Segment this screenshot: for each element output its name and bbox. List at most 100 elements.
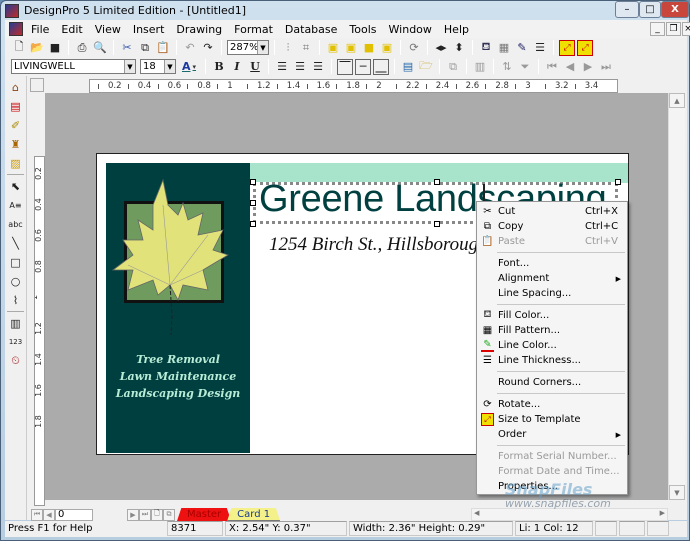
bring-forward-icon[interactable]: ▣: [325, 40, 341, 56]
new-card-button[interactable]: 🗋: [151, 508, 163, 521]
align-right-icon[interactable]: ☰: [310, 59, 326, 75]
fill-color-icon[interactable]: ⛾: [478, 40, 494, 56]
resize-handle[interactable]: [434, 221, 440, 227]
bold-button[interactable]: B: [211, 59, 227, 75]
context-menu-item[interactable]: ⧉ Copy Ctrl+C: [477, 219, 627, 234]
flip-vertical-icon[interactable]: ⬍: [451, 40, 467, 56]
vertical-scrollbar[interactable]: ▲ ▼: [668, 93, 685, 500]
scroll-down-button[interactable]: ▼: [669, 485, 685, 500]
service-line-3[interactable]: Landscaping Design: [106, 387, 250, 400]
layout-icon[interactable]: ▤: [8, 98, 24, 114]
last-record-icon[interactable]: ⏭: [598, 59, 614, 75]
crop-icon[interactable]: ⌗: [298, 40, 314, 56]
resize-handle[interactable]: [250, 200, 256, 206]
menu-insert[interactable]: Insert: [127, 23, 171, 36]
mdi-minimize-button[interactable]: _: [650, 22, 665, 36]
chevron-down-icon[interactable]: ▼: [257, 41, 268, 54]
service-line-1[interactable]: Tree Removal: [106, 353, 250, 366]
maple-leaf-image[interactable]: [108, 175, 238, 345]
image-icon[interactable]: ▨: [8, 155, 24, 171]
table-icon[interactable]: ▥: [472, 59, 488, 75]
valign-top-icon[interactable]: ⎺: [337, 58, 353, 75]
align-objects-icon[interactable]: ⫶: [280, 40, 296, 56]
tab-card-1[interactable]: Card 1: [227, 508, 281, 521]
menu-drawing[interactable]: Drawing: [170, 23, 228, 36]
address-text[interactable]: 1254 Birch St., Hillsborough: [269, 234, 488, 256]
bring-to-front-icon[interactable]: ■: [361, 40, 377, 56]
mdi-restore-button[interactable]: ❐: [666, 22, 681, 36]
context-menu-item[interactable]: ☰ Line Thickness...: [477, 353, 627, 368]
resize-handle[interactable]: [250, 179, 256, 185]
curved-text-icon[interactable]: abc: [8, 216, 24, 232]
cut-icon[interactable]: ✂: [119, 40, 135, 56]
ruler-corner[interactable]: [30, 78, 44, 92]
text-box-icon[interactable]: A≡: [8, 197, 24, 213]
context-menu-item[interactable]: ⟳ Rotate...: [477, 397, 627, 412]
duplicate-card-button[interactable]: ⧉: [163, 508, 175, 521]
menu-window[interactable]: Window: [383, 23, 438, 36]
pointer-icon[interactable]: ⬉: [8, 178, 24, 194]
first-record-button[interactable]: ⏮: [31, 508, 43, 521]
house-icon[interactable]: ⌂: [8, 79, 24, 95]
font-color-button[interactable]: A ▾: [178, 59, 200, 75]
font-name-combo[interactable]: LIVINGWELL ▼: [11, 59, 136, 74]
service-line-2[interactable]: Lawn Maintenance: [106, 370, 250, 383]
redo-icon[interactable]: ↷: [200, 40, 216, 56]
document-icon[interactable]: [9, 22, 23, 36]
tab-master[interactable]: Master: [177, 508, 232, 521]
menu-tools[interactable]: Tools: [343, 23, 382, 36]
context-menu-item[interactable]: Font...: [477, 256, 627, 271]
resize-handle[interactable]: [615, 179, 621, 185]
send-backward-icon[interactable]: ▣: [343, 40, 359, 56]
context-menu-item[interactable]: Round Corners...: [477, 375, 627, 390]
new-icon[interactable]: 🗋: [11, 40, 27, 56]
scroll-left-button[interactable]: ◀: [474, 509, 479, 517]
menu-file[interactable]: File: [25, 23, 55, 36]
menu-help[interactable]: Help: [438, 23, 475, 36]
flip-horizontal-icon[interactable]: ◂▸: [433, 40, 449, 56]
menu-format[interactable]: Format: [228, 23, 279, 36]
line-tool-icon[interactable]: ╲: [8, 235, 24, 251]
size-to-template-icon[interactable]: ⤢: [559, 39, 575, 56]
previous-record-button[interactable]: ◀: [43, 508, 55, 521]
barcode-icon[interactable]: ▥: [8, 315, 24, 331]
database-table-icon[interactable]: ▤: [400, 59, 416, 75]
next-record-button[interactable]: ▶: [127, 508, 139, 521]
menu-view[interactable]: View: [89, 23, 127, 36]
context-menu-item[interactable]: 📋 Paste Ctrl+V: [477, 234, 627, 249]
chevron-down-icon[interactable]: ▼: [124, 60, 135, 73]
next-record-icon[interactable]: ▶: [580, 59, 596, 75]
context-menu-item[interactable]: Format Date and Time...: [477, 464, 627, 479]
rectangle-tool-icon[interactable]: □: [8, 254, 24, 270]
align-left-icon[interactable]: ☰: [274, 59, 290, 75]
line-color-icon[interactable]: ✎: [514, 40, 530, 56]
save-icon[interactable]: ■: [47, 40, 63, 56]
scroll-up-button[interactable]: ▲: [669, 93, 685, 108]
card-left-panel[interactable]: Tree Removal Lawn Maintenance Landscapin…: [106, 163, 250, 453]
line-thickness-icon[interactable]: ☰: [532, 40, 548, 56]
maximize-button[interactable]: □: [639, 1, 661, 18]
paste-icon[interactable]: 📋: [155, 40, 171, 56]
chevron-down-icon[interactable]: ▼: [164, 60, 175, 73]
record-number-field[interactable]: 0: [55, 508, 93, 521]
open-icon[interactable]: 📂: [29, 40, 45, 56]
sort-icon[interactable]: ⇅: [499, 59, 515, 75]
context-menu-item[interactable]: Line Spacing...: [477, 286, 627, 301]
scroll-right-button[interactable]: ▶: [660, 509, 665, 517]
rotate-icon[interactable]: ⟳: [406, 40, 422, 56]
send-to-back-icon[interactable]: ▣: [379, 40, 395, 56]
serial-number-icon[interactable]: 123: [8, 334, 24, 350]
print-icon[interactable]: ⎙: [74, 40, 90, 56]
context-menu-item[interactable]: Order ▶: [477, 427, 627, 442]
merge-fields-icon[interactable]: ⧉: [445, 59, 461, 75]
previous-record-icon[interactable]: ◀: [562, 59, 578, 75]
date-time-icon[interactable]: ⏲: [8, 353, 24, 369]
filter-icon[interactable]: ⏷: [517, 59, 533, 75]
last-record-button[interactable]: ⏭: [139, 508, 151, 521]
menu-database[interactable]: Database: [279, 23, 344, 36]
copy-icon[interactable]: ⧉: [137, 40, 153, 56]
zoom-combo[interactable]: 287% ▼: [227, 40, 269, 55]
undo-icon[interactable]: ↶: [182, 40, 198, 56]
fill-pattern-icon[interactable]: ▦: [496, 40, 512, 56]
valign-middle-icon[interactable]: ─: [355, 58, 371, 75]
